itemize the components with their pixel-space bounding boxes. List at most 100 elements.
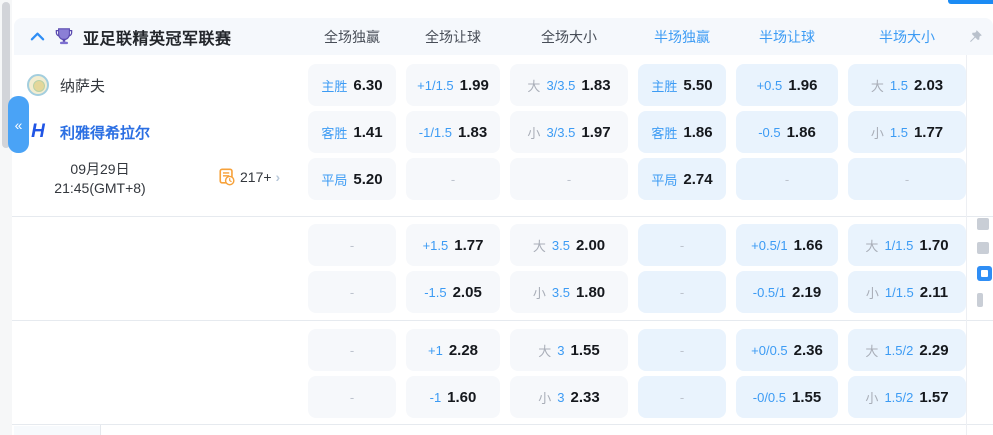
odds-empty: - xyxy=(680,238,684,253)
odds-line-label: +0.5 xyxy=(757,78,783,93)
more-markets-link[interactable]: 217+ › xyxy=(218,168,280,186)
odds-cell[interactable]: 主胜5.50 xyxy=(638,64,726,106)
side-widget-icon[interactable] xyxy=(977,293,983,307)
league-header-left: 亚足联精英冠军联赛 xyxy=(14,25,298,49)
odds-cell[interactable]: - xyxy=(308,224,396,266)
odds-line-label: 3.5 xyxy=(552,285,570,300)
odds-line-label: 主胜 xyxy=(321,76,347,95)
odds-cell[interactable]: - xyxy=(638,329,726,371)
odds-side-label: 大 xyxy=(527,76,540,95)
match-date: 09月29日 xyxy=(14,160,186,179)
odds-value: 2.11 xyxy=(920,284,948,301)
odds-cell[interactable]: 客胜1.86 xyxy=(638,111,726,153)
odds-cell[interactable]: 大31.55 xyxy=(510,329,628,371)
odds-cell[interactable]: 小1.51.77 xyxy=(848,111,966,153)
odds-line-label: 3/3.5 xyxy=(546,125,575,140)
odds-cell[interactable]: +0/0.52.36 xyxy=(736,329,838,371)
side-widget-bar xyxy=(977,218,993,319)
odds-cell[interactable]: - xyxy=(638,376,726,418)
odds-block-main: 纳萨夫 H 利雅得希拉尔 09月29日 21:45(GMT+8) xyxy=(14,64,966,200)
column-header-half-win: 半场独赢 xyxy=(638,27,726,47)
odds-cell[interactable]: -11.60 xyxy=(406,376,500,418)
odds-cell[interactable]: 小1.5/21.57 xyxy=(848,376,966,418)
odds-value: 2.28 xyxy=(449,342,478,359)
column-header-full-handicap: 全场让球 xyxy=(406,27,500,47)
odds-cell[interactable]: 平局5.20 xyxy=(308,158,396,200)
odds-cell[interactable]: -1.52.05 xyxy=(406,271,500,313)
odds-cell[interactable]: 主胜6.30 xyxy=(308,64,396,106)
odds-cell[interactable]: - xyxy=(736,158,838,200)
odds-side-label: 大 xyxy=(865,236,878,255)
team-pane-empty xyxy=(14,271,298,313)
side-widget-icon[interactable] xyxy=(977,242,989,254)
odds-line-label: 1.5/2 xyxy=(884,390,913,405)
markets-count-icon xyxy=(218,168,236,186)
odds-cell[interactable]: -1/1.51.83 xyxy=(406,111,500,153)
odds-empty: - xyxy=(680,285,684,300)
odds-cell[interactable]: 大1.52.03 xyxy=(848,64,966,106)
collapse-sidebar-tab[interactable]: « xyxy=(8,96,29,153)
odds-value: 1.83 xyxy=(458,124,487,141)
odds-cell[interactable]: 大1/1.51.70 xyxy=(848,224,966,266)
side-widget-icon[interactable] xyxy=(977,266,992,281)
odds-empty: - xyxy=(350,285,354,300)
odds-value: 1.99 xyxy=(460,77,489,94)
chevron-up-icon[interactable] xyxy=(30,32,45,41)
odds-cell[interactable]: -0.51.86 xyxy=(736,111,838,153)
odds-line-label: +1 xyxy=(428,343,443,358)
match-info-pane[interactable]: 纳萨夫 H 利雅得希拉尔 09月29日 21:45(GMT+8) xyxy=(14,64,298,200)
odds-cell[interactable]: - xyxy=(406,158,500,200)
column-header-full-overunder: 全场大小 xyxy=(510,27,628,47)
odds-cell[interactable]: 小3/3.51.97 xyxy=(510,111,628,153)
odds-value: 2.29 xyxy=(919,342,948,359)
odds-cell[interactable]: +1.51.77 xyxy=(406,224,500,266)
away-team-logo: H xyxy=(27,121,49,143)
odds-value: 1.77 xyxy=(454,237,483,254)
odds-side-label: 小 xyxy=(871,123,884,142)
odds-cell[interactable]: 小1/1.52.11 xyxy=(848,271,966,313)
odds-cell[interactable]: +0.51.96 xyxy=(736,64,838,106)
odds-value: 2.00 xyxy=(576,237,605,254)
vertical-scrollbar-track xyxy=(0,0,12,435)
odds-cell[interactable]: - xyxy=(308,271,396,313)
odds-cell[interactable]: - xyxy=(308,329,396,371)
betting-odds-panel: « 亚足联精英冠军联赛 全场独赢 全场让球 全场大小 半场独赢 半场让球 xyxy=(0,0,993,435)
odds-line-label: 1/1.5 xyxy=(885,285,914,300)
odds-block-tertiary: -+12.28大31.55-+0/0.52.36大1.5/22.29--11.6… xyxy=(14,329,966,418)
odds-line-label: 3 xyxy=(557,390,564,405)
odds-cell[interactable]: 小3.51.80 xyxy=(510,271,628,313)
odds-value: 2.03 xyxy=(914,77,943,94)
home-team-row: 纳萨夫 xyxy=(14,64,298,106)
odds-empty: - xyxy=(451,172,455,187)
odds-cell[interactable]: -0/0.51.55 xyxy=(736,376,838,418)
odds-value: 2.19 xyxy=(792,284,821,301)
odds-line-label: 客胜 xyxy=(651,123,677,142)
odds-cell[interactable]: +1 2.28 xyxy=(406,329,500,371)
odds-cell[interactable]: -0.5/12.19 xyxy=(736,271,838,313)
odds-cell[interactable]: 平局 2.74 xyxy=(638,158,726,200)
odds-cell[interactable]: 大3/3.51.83 xyxy=(510,64,628,106)
odds-cell[interactable]: - xyxy=(638,271,726,313)
odds-value: 5.50 xyxy=(683,77,712,94)
side-widget-icon[interactable] xyxy=(977,218,989,230)
column-header-full-win: 全场独赢 xyxy=(308,27,396,47)
odds-cell[interactable]: +0.5/11.66 xyxy=(736,224,838,266)
odds-value: 2.74 xyxy=(683,171,712,188)
odds-line-label: 平局 xyxy=(651,170,677,189)
odds-cell[interactable]: - xyxy=(638,224,726,266)
odds-cell[interactable]: - xyxy=(510,158,628,200)
odds-block-secondary: -+1.51.77大3.52.00-+0.5/11.66大1/1.51.70--… xyxy=(14,224,966,313)
odds-line-label: -0/0.5 xyxy=(753,390,786,405)
match-datetime: 09月29日 21:45(GMT+8) xyxy=(14,160,186,198)
odds-cell[interactable]: 小32.33 xyxy=(510,376,628,418)
odds-cell[interactable]: 大3.52.00 xyxy=(510,224,628,266)
odds-line-label: -1 xyxy=(430,390,442,405)
odds-cell[interactable]: 大1.5/22.29 xyxy=(848,329,966,371)
odds-line-label: 平局 xyxy=(321,170,347,189)
odds-cell[interactable]: - xyxy=(848,158,966,200)
odds-cell[interactable]: 客胜1.41 xyxy=(308,111,396,153)
odds-cell[interactable]: +1/1.51.99 xyxy=(406,64,500,106)
odds-cell[interactable]: - xyxy=(308,376,396,418)
away-team-name: 利雅得希拉尔 xyxy=(60,122,150,143)
pin-icon[interactable] xyxy=(968,29,983,44)
